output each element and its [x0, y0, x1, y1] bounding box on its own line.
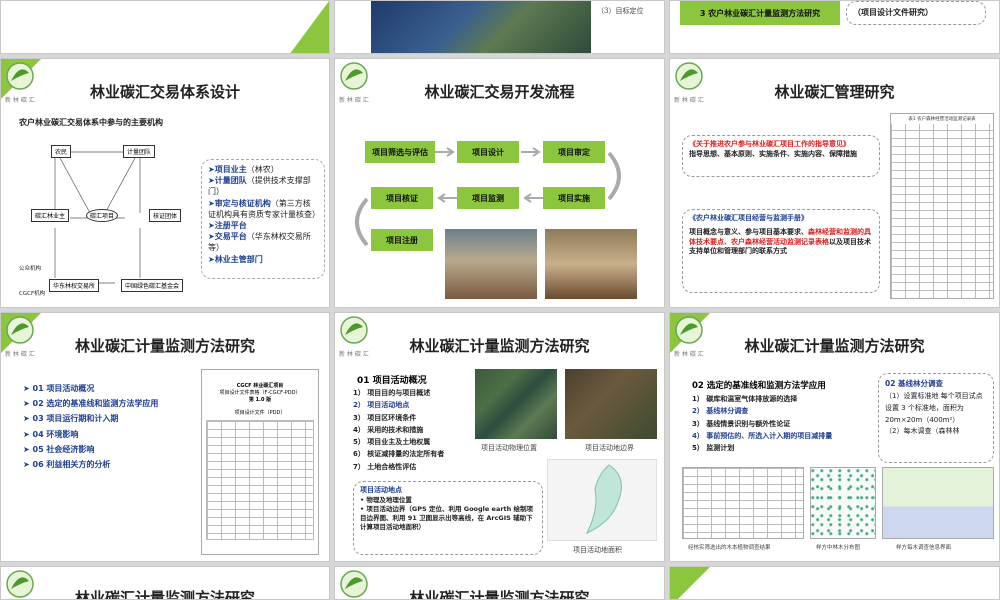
slide-title: 林业碳汇交易开发流程 [424, 83, 575, 101]
caption-boundary: 项目活动地边界 [585, 444, 634, 452]
meeting-photo-2 [545, 229, 637, 299]
outline-item: ➤ 01 项目活动概况 [23, 384, 95, 393]
area-map-image [547, 459, 657, 541]
step-monitoring: 项目监测 [457, 187, 519, 209]
slide-title: 林业碳汇计量监测方法研究 [74, 337, 256, 355]
node-green-fund: 中国绿色碳汇基金会 [121, 279, 184, 292]
node-east-exchange: 华东林权交易所 [49, 279, 100, 292]
slide-title: 林业碳汇计量监测方法研究 [409, 589, 590, 600]
target-caption: （3）目标定位 [597, 7, 644, 15]
location-detail-box: 项目活动地点 • 物理及地理位置 • 项目活动边界（GPS 定位、利用 Goog… [353, 481, 543, 555]
step-screening: 项目筛选与评估 [365, 141, 435, 163]
step-implementation: 项目实施 [543, 187, 605, 209]
curve-arrow-icon [607, 151, 621, 201]
outline-item: ➤ 03 项目运行期和计入期 [23, 414, 119, 424]
arrow-icon [437, 193, 457, 203]
outline-item: ➤ 04 环境影响 [23, 429, 79, 439]
slide-baseline[interactable]: 新 林 碳 汇 林业碳汇计量监测方法研究 02 选定的基准线和监测方法学应用 1… [669, 312, 1000, 562]
node-measure-team: 计量团队 [123, 145, 156, 158]
survey-results-image [682, 467, 804, 539]
guideline-box: 《关于推进农户参与林业碳汇项目工作的指导意见》 指导思想、基本原则、实施条件、实… [682, 135, 880, 177]
step-registration: 项目注册 [371, 229, 433, 251]
node-farmer: 农民 [51, 145, 72, 158]
plot-survey-image [882, 467, 994, 539]
slide-1-partial[interactable] [0, 0, 330, 54]
outline-item: ➤ 02 选定的基准线和监测方法学应用 [23, 399, 159, 409]
baseline-list: 1） 碳库和温室气体排放源的选择 2） 基线林分调查 3） 基线情景识别与额外性… [692, 395, 833, 452]
overview-list: 1） 项目目的与项目概述 2） 项目活动地点 3） 项目区环境条件 4） 采用的… [353, 389, 445, 471]
slide-title: 林业碳汇计量监测方法研究 [744, 337, 925, 355]
step-validation: 项目审定 [543, 141, 605, 163]
slide-bottom-3-partial[interactable] [669, 566, 1000, 600]
slide-dev-process[interactable]: 新 林 碳 汇 林业碳汇交易开发流程 项目筛选与评估 项目设计 项目审定 项目核… [334, 58, 665, 308]
design-doc-note: （项目设计文件研究） [846, 1, 986, 25]
pdd-document-image: CGCF 林业碳汇项目 项目设计文件表格（F-CGCF-PDD） 第 1.0 版… [201, 369, 319, 555]
slide-title: 林业碳汇管理研究 [774, 83, 895, 101]
institution-list: ➤项目业主（林农） ➤计量团队（提供技术支撑部门） ➤审定与核证机构（第三方核证… [201, 159, 325, 279]
slide-3-partial[interactable]: 3 农户林业碳汇计量监测方法研究 （项目设计文件研究） [669, 0, 1000, 54]
corner-decoration [670, 567, 710, 599]
node-public: 公众机构 [19, 266, 42, 272]
step-3-box: 3 农户林业碳汇计量监测方法研究 [680, 1, 840, 25]
slide-trading-system[interactable]: 新 林 碳 汇 林业碳汇交易体系设计 农户林业碳汇交易体系中参与的主要机构 农民… [0, 58, 330, 308]
caption-survey-results: 经核实筛选出的木本植物调查结果 [688, 545, 771, 551]
slide-management[interactable]: 新 林 碳 汇 林业碳汇管理研究 《关于推进农户参与林业碳汇项目工作的指导意见》… [669, 58, 1000, 308]
slide-bottom-2-partial[interactable]: 林业碳汇计量监测方法研究 [334, 566, 665, 600]
monitoring-table-image: 表1 农户森林经营活动监测记录表 [890, 113, 994, 299]
slide-project-overview[interactable]: 新 林 碳 汇 林业碳汇计量监测方法研究 01 项目活动概况 1） 项目目的与项… [334, 312, 665, 562]
baseline-survey-box: 02 基线林分调查 （1）设置标准地 每个项目试点设置 3 个标准地，面积为 2… [878, 373, 994, 463]
slide-title: 林业碳汇计量监测方法研究 [74, 589, 256, 600]
section-heading: 01 项目活动概况 [357, 376, 427, 386]
boundary-satellite-image [565, 369, 657, 439]
slide-methodology-outline[interactable]: 新 林 碳 汇 林业碳汇计量监测方法研究 ➤ 01 项目活动概况 ➤ 02 选定… [0, 312, 330, 562]
slide-bottom-1-partial[interactable]: 林业碳汇计量监测方法研究 [0, 566, 330, 600]
location-satellite-image [475, 369, 557, 439]
slide-title: 林业碳汇交易体系设计 [89, 83, 241, 101]
caption-tree-distribution: 样方中林木分布图 [816, 545, 861, 551]
meeting-photo-1 [445, 229, 537, 299]
slide-2-partial[interactable]: （3）目标定位 [334, 0, 665, 54]
corner-decoration [289, 1, 329, 53]
arrow-icon [523, 193, 543, 203]
outline-item: ➤ 05 社会经济影响 [23, 444, 95, 454]
node-cgcf: CGCF机构 [19, 291, 46, 297]
caption-area: 项目活动地面积 [573, 546, 622, 554]
satellite-map-image [371, 1, 591, 53]
outline-item: ➤ 06 利益相关方的分析 [23, 459, 111, 469]
manual-box: 《农户林业碳汇项目经营与监测手册》 项目概念与意义、参与项目基本要求、森林经营和… [682, 209, 880, 293]
node-verifier: 核证团体 [149, 209, 182, 222]
tree-distribution-image [810, 467, 876, 539]
curve-arrow-icon [355, 197, 369, 247]
caption-location: 项目活动物理位置 [481, 444, 537, 452]
step-design: 项目设计 [457, 141, 519, 163]
section-heading: 02 选定的基准线和监测方法学应用 [692, 381, 826, 391]
step-verification: 项目核证 [371, 187, 433, 209]
outline-list: ➤ 01 项目活动概况 ➤ 02 选定的基准线和监测方法学应用 ➤ 03 项目运… [23, 381, 203, 472]
node-carbon-project: 碳汇项目 [86, 209, 119, 222]
caption-plot-survey: 样方每木调查信息界面 [896, 545, 952, 551]
subtitle: 农户林业碳汇交易体系中参与的主要机构 [19, 118, 163, 127]
node-forest-owner: 碳汇林业主 [31, 209, 70, 222]
arrow-icon [521, 147, 541, 157]
arrow-icon [435, 147, 455, 157]
slide-title: 林业碳汇计量监测方法研究 [409, 337, 590, 355]
